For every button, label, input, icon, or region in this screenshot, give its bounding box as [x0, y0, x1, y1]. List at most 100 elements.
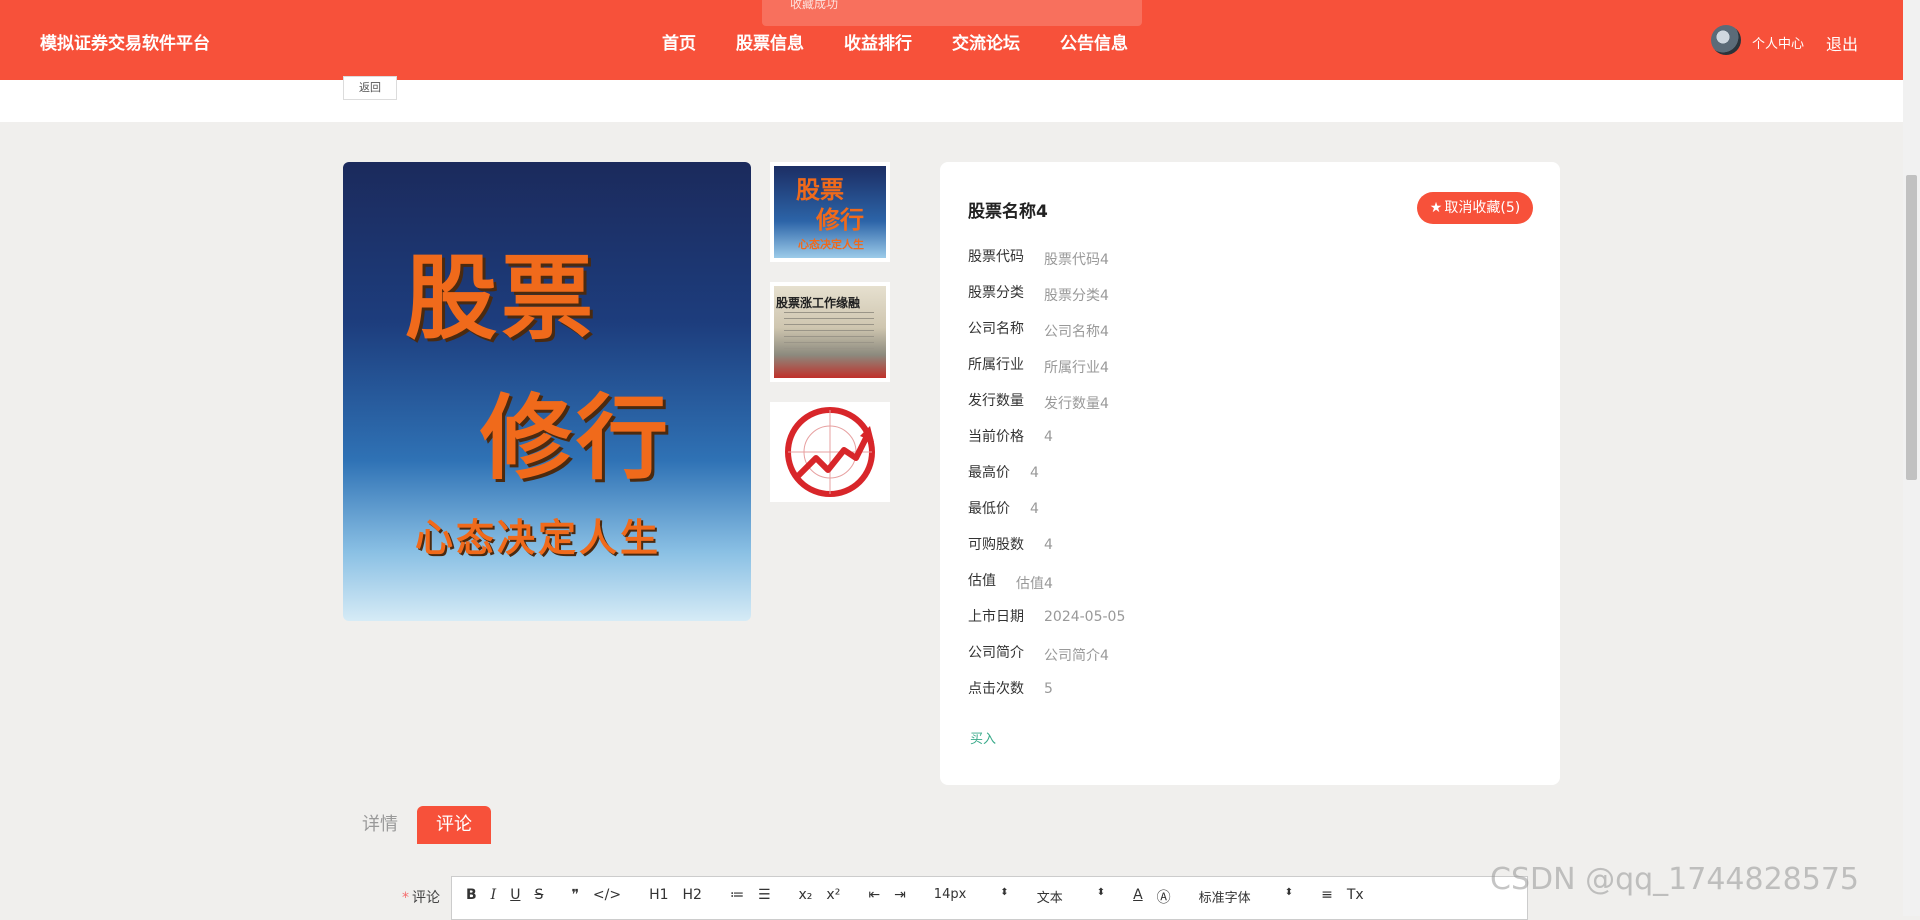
- field-value: 公司简介4: [1044, 648, 1109, 664]
- field-value: 4: [1030, 465, 1039, 481]
- scrollbar-thumb[interactable]: [1906, 175, 1917, 480]
- unfavorite-button[interactable]: ★ 取消收藏(5): [1417, 192, 1533, 224]
- paragraph-format-value: 文本: [1036, 891, 1063, 906]
- font-size-value: 14px: [933, 887, 967, 902]
- content-tabs: 详情 评论: [343, 806, 491, 844]
- paragraph-format-select[interactable]: 文本 ⬍: [1037, 887, 1105, 906]
- heading-2-button[interactable]: H2: [683, 887, 702, 903]
- thumbnail-3[interactable]: [770, 402, 890, 502]
- field-row: 可购股数 4: [968, 534, 1125, 570]
- field-key: 公司名称: [968, 321, 1024, 337]
- field-value: 估值4: [1016, 576, 1053, 592]
- field-row: 发行数量 发行数量4: [968, 390, 1125, 426]
- field-value: 股票代码4: [1044, 252, 1109, 268]
- thumb2-text-lines: [784, 312, 874, 352]
- star-icon: ★: [1429, 200, 1443, 216]
- sub-header-bar: [0, 80, 1903, 122]
- thumbnail-1[interactable]: 股票 修行 心态决定人生: [770, 162, 890, 262]
- tab-comments[interactable]: 评论: [417, 806, 491, 844]
- main-image-line-1: 股票: [405, 244, 598, 352]
- field-key: 股票代码: [968, 249, 1024, 265]
- field-value: 4: [1044, 429, 1053, 445]
- field-key: 可购股数: [968, 537, 1024, 553]
- watermark-text: CSDN @qq_1744828575: [1490, 862, 1860, 897]
- code-block-icon[interactable]: </>: [593, 887, 621, 903]
- field-key: 上市日期: [968, 609, 1024, 625]
- field-row: 最高价 4: [968, 462, 1125, 498]
- toast-text: 收藏成功: [790, 0, 839, 11]
- chevron-updown-icon: ⬍: [1284, 887, 1294, 898]
- field-value: 公司名称4: [1044, 324, 1109, 340]
- field-key: 公司简介: [968, 645, 1024, 661]
- nav-link-stocks[interactable]: 股票信息: [736, 29, 804, 54]
- top-navbar: 模拟证券交易软件平台 收藏成功 首页 股票信息 收益排行 交流论坛 公告信息 个…: [0, 0, 1903, 80]
- nav-link-notices[interactable]: 公告信息: [1060, 29, 1128, 54]
- field-value: 4: [1044, 537, 1053, 553]
- logout-link[interactable]: 退出: [1826, 31, 1858, 55]
- comment-label-text: 评论: [412, 890, 440, 906]
- field-row: 估值 估值4: [968, 570, 1125, 606]
- italic-button[interactable]: I: [491, 887, 497, 903]
- nav-links: 首页 股票信息 收益排行 交流论坛 公告信息: [662, 29, 1168, 54]
- comment-field-label: * 评论: [402, 887, 440, 907]
- font-family-select[interactable]: 标准字体 ⬍: [1199, 887, 1293, 906]
- field-key: 当前价格: [968, 429, 1024, 445]
- user-avatar[interactable]: [1711, 25, 1741, 55]
- field-row: 点击次数 5: [968, 678, 1125, 714]
- nav-link-ranking[interactable]: 收益排行: [844, 29, 912, 54]
- main-image-line-3: 心态决定人生: [415, 516, 662, 560]
- align-icon[interactable]: ≡: [1321, 887, 1333, 903]
- success-toast: 收藏成功: [762, 0, 1142, 26]
- field-row: 股票代码 股票代码4: [968, 246, 1125, 282]
- field-value: 2024-05-05: [1044, 609, 1126, 625]
- chevron-updown-icon: ⬍: [1000, 887, 1009, 898]
- field-key: 最低价: [968, 501, 1010, 517]
- field-value: 所属行业4: [1044, 360, 1109, 376]
- field-value: 股票分类4: [1044, 288, 1109, 304]
- outdent-icon[interactable]: ⇤: [868, 887, 880, 903]
- heading-1-button[interactable]: H1: [649, 887, 668, 903]
- bullet-list-icon[interactable]: ☰: [758, 887, 771, 903]
- bold-button[interactable]: B: [466, 887, 477, 903]
- main-image-line-2: 修行: [480, 384, 673, 492]
- nav-link-forum[interactable]: 交流论坛: [952, 29, 1020, 54]
- clear-format-icon[interactable]: Tx: [1347, 887, 1364, 903]
- thumbnail-2[interactable]: 股票涨工作缘融: [770, 282, 890, 382]
- buy-link[interactable]: 买入: [970, 728, 996, 747]
- tab-details[interactable]: 详情: [343, 806, 417, 844]
- field-row: 所属行业 所属行业4: [968, 354, 1125, 390]
- background-color-button[interactable]: Ⓐ: [1157, 887, 1171, 907]
- thumb1-line-2: 修行: [816, 206, 864, 234]
- nav-link-home[interactable]: 首页: [662, 29, 696, 54]
- blockquote-icon[interactable]: ❞: [571, 887, 579, 903]
- field-row: 最低价 4: [968, 498, 1125, 534]
- user-center-link[interactable]: 个人中心: [1752, 33, 1804, 52]
- stock-field-list: 股票代码 股票代码4 股票分类 股票分类4 公司名称 公司名称4 所属行业 所属行业4 …: [968, 246, 1125, 714]
- font-family-value: 标准字体: [1198, 891, 1251, 906]
- field-key: 股票分类: [968, 285, 1024, 301]
- back-button[interactable]: 返回: [343, 76, 397, 100]
- subscript-button[interactable]: x₂: [799, 887, 813, 903]
- site-brand[interactable]: 模拟证券交易软件平台: [40, 29, 210, 54]
- strike-button[interactable]: S: [534, 887, 543, 903]
- thumb1-line-3: 心态决定人生: [798, 238, 864, 251]
- field-row: 上市日期 2024-05-05: [968, 606, 1125, 642]
- field-value: 4: [1030, 501, 1039, 517]
- field-key: 所属行业: [968, 357, 1024, 373]
- field-key: 最高价: [968, 465, 1010, 481]
- main-stock-image: 股票 修行 心态决定人生: [343, 162, 751, 621]
- indent-icon[interactable]: ⇥: [894, 887, 906, 903]
- field-key: 发行数量: [968, 393, 1024, 409]
- chevron-updown-icon: ⬍: [1096, 887, 1106, 898]
- text-color-button[interactable]: A: [1133, 887, 1143, 903]
- field-row: 公司简介 公司简介4: [968, 642, 1125, 678]
- field-row: 公司名称 公司名称4: [968, 318, 1125, 354]
- font-size-select[interactable]: 14px ⬍: [934, 887, 1009, 902]
- underline-button[interactable]: U: [510, 887, 520, 903]
- field-key: 点击次数: [968, 681, 1024, 697]
- ordered-list-icon[interactable]: ≔: [730, 887, 744, 903]
- field-row: 当前价格 4: [968, 426, 1125, 462]
- superscript-button[interactable]: x²: [826, 887, 840, 903]
- rich-text-toolbar: B I U S ❞ </> H1 H2 ≔ ☰ x₂ x² ⇤ ⇥ 14px ⬍ …: [451, 876, 1528, 920]
- stock-chart-logo-icon: [785, 407, 875, 497]
